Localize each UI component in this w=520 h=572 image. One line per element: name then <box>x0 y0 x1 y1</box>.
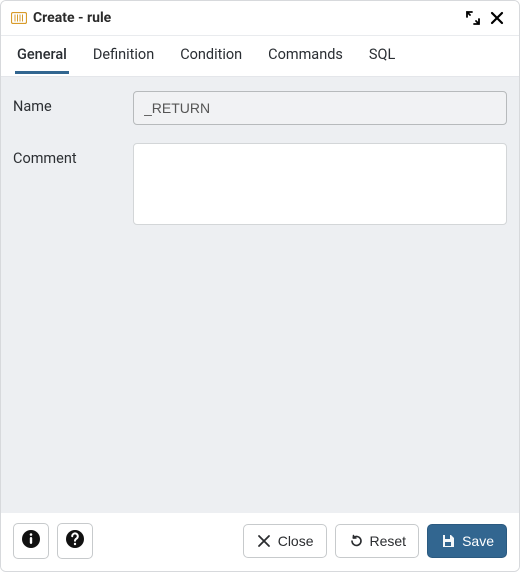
save-icon <box>440 533 456 549</box>
create-rule-dialog: Create - rule General Definition Conditi… <box>0 0 520 572</box>
dialog-title: Create - rule <box>33 10 111 26</box>
row-name: Name <box>13 91 507 125</box>
name-input[interactable] <box>133 91 507 125</box>
titlebar: Create - rule <box>1 1 519 36</box>
help-icon <box>65 529 85 553</box>
tab-label: Commands <box>268 46 343 63</box>
label-comment: Comment <box>13 143 133 167</box>
tab-label: Definition <box>93 46 154 63</box>
reset-button-label: Reset <box>370 533 407 549</box>
tab-general[interactable]: General <box>15 38 69 75</box>
tab-commands[interactable]: Commands <box>266 38 345 75</box>
tab-label: Condition <box>180 46 242 63</box>
close-icon <box>256 533 272 549</box>
save-button[interactable]: Save <box>427 524 507 558</box>
tab-label: General <box>17 46 67 63</box>
tab-sql[interactable]: SQL <box>367 38 397 75</box>
tab-definition[interactable]: Definition <box>91 38 156 75</box>
info-icon <box>21 529 41 553</box>
close-button[interactable]: Close <box>243 524 327 558</box>
form-body: Name Comment <box>1 77 519 513</box>
label-name: Name <box>13 91 133 115</box>
reset-button[interactable]: Reset <box>335 524 420 558</box>
sql-help-button[interactable] <box>13 523 49 559</box>
tab-condition[interactable]: Condition <box>178 38 244 75</box>
maximize-button[interactable] <box>461 6 485 30</box>
row-comment: Comment <box>13 143 507 229</box>
tab-label: SQL <box>369 46 395 63</box>
close-button-label: Close <box>278 533 314 549</box>
help-button[interactable] <box>57 523 93 559</box>
tab-bar: General Definition Condition Commands SQ… <box>1 36 519 77</box>
footer: Close Reset Save <box>1 513 519 571</box>
save-button-label: Save <box>462 533 494 549</box>
close-dialog-button[interactable] <box>485 6 509 30</box>
rule-icon <box>11 12 27 24</box>
comment-input[interactable] <box>133 143 507 225</box>
reset-icon <box>348 533 364 549</box>
